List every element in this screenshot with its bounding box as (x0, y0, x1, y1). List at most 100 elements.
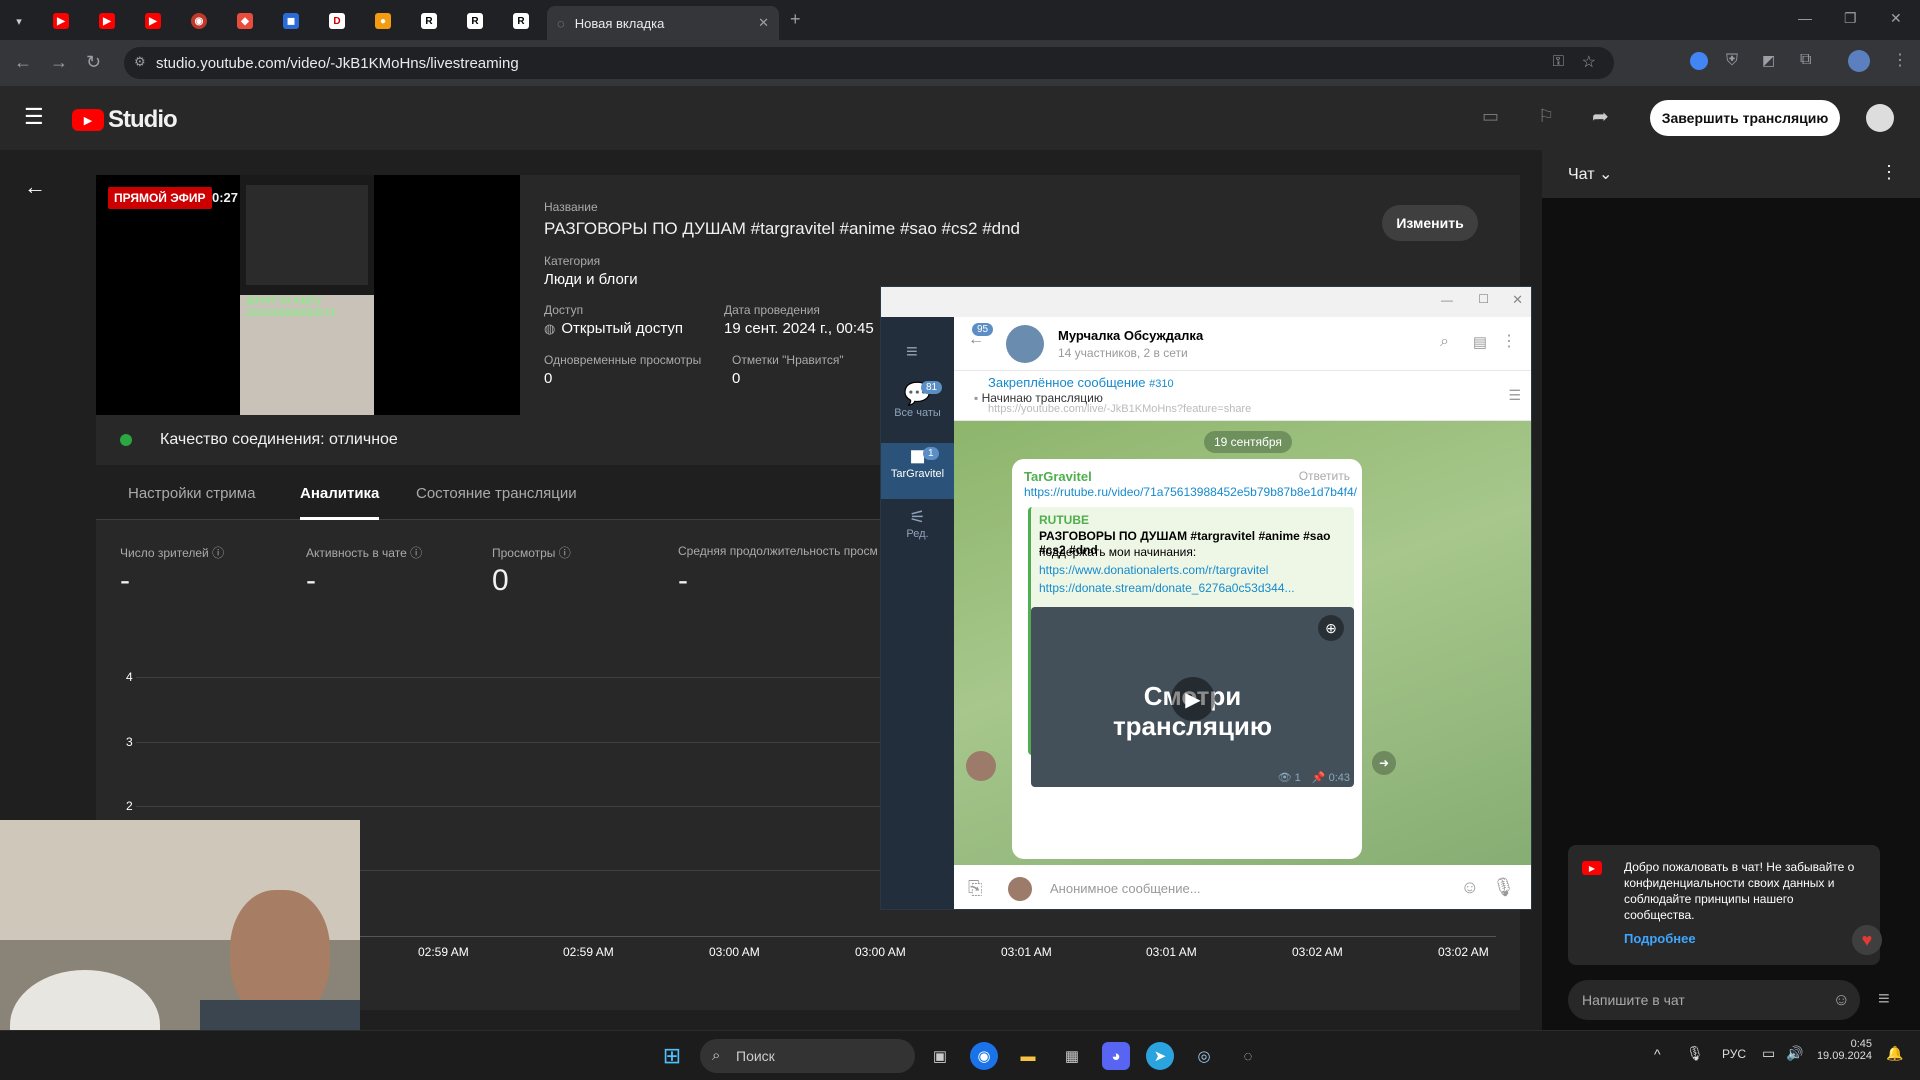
edit-button[interactable]: Изменить (1382, 205, 1478, 241)
link-preview[interactable]: RUTUBE РАЗГОВОРЫ ПО ДУШАМ #targravitel #… (1028, 507, 1354, 787)
send-icon[interactable]: ≡ (1878, 988, 1890, 1011)
maximize-icon[interactable]: ☐ (1478, 292, 1489, 306)
folder-targravitel[interactable]: ◼ 1 TarGravitel (881, 443, 954, 499)
taskbar-search[interactable]: ⌕ Поиск (700, 1039, 915, 1073)
star-icon[interactable]: ☆ (1582, 52, 1596, 72)
restore-icon[interactable]: ❐ (1844, 10, 1857, 27)
shield-icon[interactable]: ⛨ (1726, 52, 1738, 70)
close-window-icon[interactable]: ✕ (1890, 10, 1902, 27)
message-author[interactable]: TarGravitel (1024, 469, 1092, 484)
folder-edit[interactable]: ⚟ Ред. (881, 507, 954, 557)
puzzle-icon[interactable]: ⧉ (1800, 51, 1811, 69)
layout-icon[interactable]: ▭ (1482, 106, 1499, 127)
help-icon[interactable]: ⓘ (410, 546, 422, 560)
task-view-icon[interactable]: ▣ (926, 1042, 954, 1070)
telegram-message-input[interactable]: ⎘ Анонимное сообщение... ☺ 🎙 (954, 865, 1531, 909)
notification-icon[interactable]: 🔔 (1886, 1045, 1903, 1062)
tab-site-4[interactable]: ◉ (184, 8, 214, 34)
tab-site-11[interactable]: R (506, 8, 536, 34)
menu-icon[interactable]: ≡ (906, 341, 918, 364)
preview-video-thumbnail[interactable]: ⊕ Смотри трансляцию ▶ (1031, 607, 1354, 787)
reload-icon[interactable]: ↻ (86, 52, 101, 73)
extension-icon[interactable]: ◩ (1762, 52, 1775, 69)
tab-site-5[interactable]: ◆ (230, 8, 260, 34)
active-tab[interactable]: ◌ Новая вкладка ✕ (547, 6, 779, 40)
tab-site-6[interactable]: ◼ (276, 8, 306, 34)
send-as-avatar[interactable] (1008, 877, 1032, 901)
steam-icon[interactable]: ◎ (1190, 1042, 1218, 1070)
more-icon[interactable]: ⋮ (1501, 331, 1517, 351)
key-icon[interactable]: ⚿ (1553, 53, 1564, 70)
close-window-icon[interactable]: ✕ (1512, 292, 1523, 308)
preview-link-2[interactable]: https://donate.stream/donate_6276a0c53d3… (1039, 581, 1295, 595)
tab-analytics[interactable]: Аналитика (300, 485, 380, 520)
preview-link-1[interactable]: https://www.donationalerts.com/r/targrav… (1039, 563, 1268, 577)
microphone-icon[interactable]: 🎙 (1686, 1045, 1704, 1062)
bookmark-icon[interactable]: ⚐ (1538, 106, 1554, 127)
tab-site-9[interactable]: R (414, 8, 444, 34)
tab-youtube-2[interactable]: ▶ (92, 8, 122, 34)
search-icon[interactable]: ⌕ (1440, 333, 1449, 351)
extension-icon[interactable] (1690, 52, 1708, 70)
tab-site-10[interactable]: R (460, 8, 490, 34)
end-stream-button[interactable]: Завершить трансляцию (1650, 100, 1840, 136)
chat-input[interactable]: Напишите в чат ☺ (1568, 980, 1860, 1020)
tab-site-8[interactable]: ● (368, 8, 398, 34)
studio-logo[interactable]: ▶ Studio (72, 106, 178, 134)
help-icon[interactable]: ⓘ (559, 546, 571, 560)
windows-start-icon[interactable]: ⊞ (658, 1042, 686, 1070)
store-icon[interactable]: ▦ (1058, 1042, 1086, 1070)
forward-icon[interactable]: → (50, 52, 68, 73)
back-arrow-icon[interactable]: ← (24, 174, 46, 200)
volume-icon[interactable]: 🔊 (1786, 1045, 1803, 1062)
minimize-icon[interactable]: — (1441, 293, 1453, 307)
back-icon[interactable]: ← (14, 52, 32, 73)
chat-menu-icon[interactable]: ⋮ (1880, 162, 1898, 183)
forward-icon[interactable]: ➜ (1372, 751, 1396, 775)
more-link[interactable]: Подробнее (1624, 931, 1696, 946)
pinned-message-bar[interactable]: Закреплённое сообщение #310 ▪ Начинаю тр… (954, 371, 1531, 421)
pinned-list-icon[interactable]: ☰ (1508, 387, 1521, 404)
share-icon[interactable]: ➦ (1592, 104, 1609, 129)
tab-stream-health[interactable]: Состояние трансляции (416, 485, 577, 502)
tab-list-button[interactable]: ▾ (4, 8, 34, 34)
tab-youtube-1[interactable]: ▶ (46, 8, 76, 34)
url-field[interactable]: ⚙ studio.youtube.com/video/-JkB1KMoHns/l… (124, 47, 1614, 79)
close-tab-icon[interactable]: ✕ (758, 15, 769, 31)
emoji-icon[interactable]: ☺ (1833, 990, 1850, 1010)
clock[interactable]: 0:45 19.09.2024 (1816, 1038, 1872, 1062)
profile-avatar[interactable] (1848, 50, 1870, 72)
message-bubble[interactable]: TarGravitel Ответить https://rutube.ru/v… (1012, 459, 1362, 859)
stream-preview[interactable]: донат на карту 2202206895084574 ПРЯМОЙ Э… (96, 175, 520, 415)
microphone-icon[interactable]: 🎙 (1492, 877, 1515, 898)
emoji-icon[interactable]: ☺ (1461, 877, 1479, 898)
minimize-icon[interactable]: — (1798, 10, 1812, 26)
chat-avatar[interactable] (1006, 325, 1044, 363)
network-icon[interactable]: ▭ (1762, 1045, 1775, 1062)
site-info-icon[interactable]: ⚙ (134, 54, 146, 70)
message-link[interactable]: https://rutube.ru/video/71a75613988452e5… (1024, 485, 1357, 499)
author-avatar[interactable] (966, 751, 996, 781)
folder-all-chats[interactable]: 💬 81 Все чаты (881, 381, 954, 441)
app-icon[interactable]: ◌ (1234, 1042, 1262, 1070)
language-indicator[interactable]: РУС (1722, 1047, 1746, 1061)
new-tab-button[interactable]: + (790, 9, 801, 30)
tab-site-7[interactable]: D (322, 8, 352, 34)
account-avatar[interactable] (1866, 104, 1894, 132)
telegram-icon[interactable]: ➤ (1146, 1042, 1174, 1070)
file-explorer-icon[interactable]: ▬ (1014, 1042, 1042, 1070)
menu-dots-icon[interactable]: ⋮ (1892, 50, 1908, 70)
zoom-icon[interactable]: ⊕ (1318, 615, 1344, 641)
heart-icon[interactable]: ♥ (1852, 925, 1882, 955)
tab-stream-settings[interactable]: Настройки стрима (128, 485, 255, 502)
chat-mode-dropdown[interactable]: Чат ⌄ (1568, 164, 1612, 184)
hamburger-icon[interactable]: ☰ (24, 104, 44, 130)
chrome-icon[interactable]: ◉ (970, 1042, 998, 1070)
reply-link[interactable]: Ответить (1299, 469, 1350, 483)
play-icon[interactable]: ▶ (1171, 677, 1215, 721)
attach-icon[interactable]: ⎘ (968, 878, 982, 899)
tray-chevron-icon[interactable]: ^ (1654, 1046, 1661, 1062)
help-icon[interactable]: ⓘ (212, 546, 224, 560)
comments-icon[interactable]: ▤ (1473, 333, 1487, 351)
discord-icon[interactable]: ◕ (1102, 1042, 1130, 1070)
